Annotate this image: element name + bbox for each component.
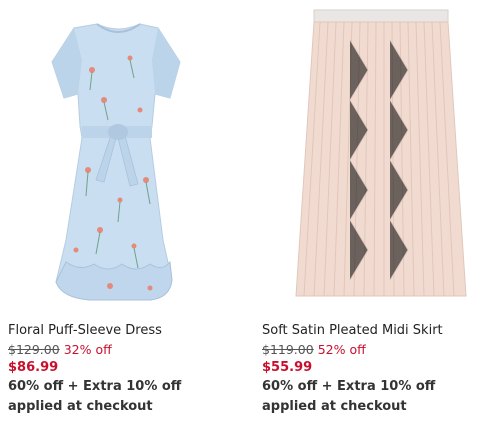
discount-percent: 52% off (317, 342, 366, 357)
product-card[interactable]: Floral Puff-Sleeve Dress $129.00 32% off … (0, 0, 240, 425)
floral-dress-image (0, 0, 240, 312)
promo-text: 60% off + Extra 10% off applied at check… (262, 379, 436, 414)
sale-price: $55.99 (262, 360, 313, 375)
promo-text: 60% off + Extra 10% off applied at check… (8, 379, 182, 414)
original-price: $119.00 (262, 342, 314, 357)
price-row: $119.00 52% off (262, 342, 366, 357)
product-image[interactable] (0, 0, 240, 312)
product-grid: Floral Puff-Sleeve Dress $129.00 32% off … (0, 0, 496, 425)
original-price: $129.00 (8, 342, 60, 357)
sale-price: $86.99 (8, 360, 59, 375)
product-title[interactable]: Floral Puff-Sleeve Dress (8, 323, 162, 338)
discount-percent: 32% off (63, 342, 112, 357)
pleated-skirt-image (254, 0, 494, 312)
product-card[interactable]: Soft Satin Pleated Midi Skirt $119.00 52%… (254, 0, 494, 425)
product-image[interactable] (254, 0, 494, 312)
product-title[interactable]: Soft Satin Pleated Midi Skirt (262, 323, 443, 338)
price-row: $129.00 32% off (8, 342, 112, 357)
